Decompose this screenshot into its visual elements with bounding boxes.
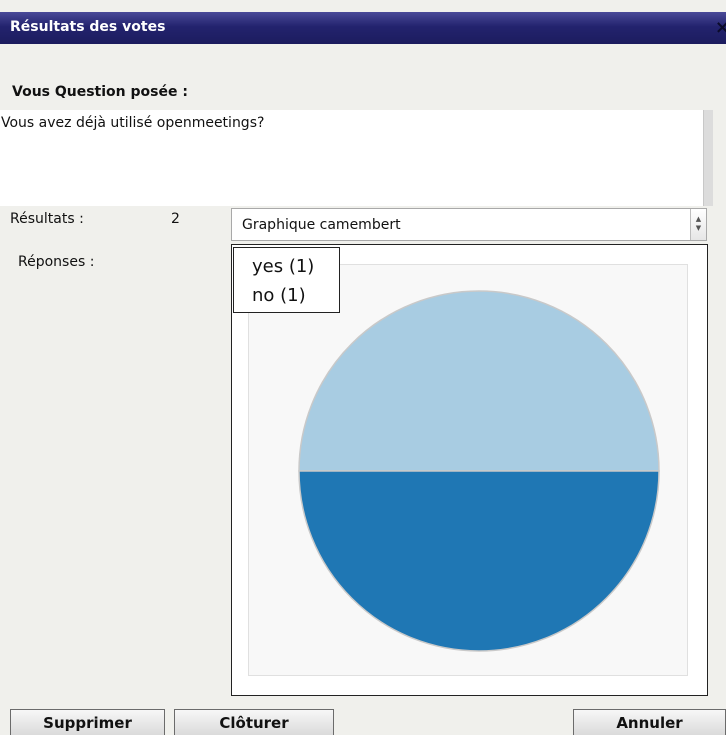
results-count: 2 <box>171 211 180 227</box>
vote-results-window: Résultats des votes × Vous Question posé… <box>0 0 726 735</box>
chart-plot-area <box>248 264 688 676</box>
chart-type-select[interactable]: Graphique camembert ▲ ▼ <box>231 208 707 241</box>
select-spinner-icon[interactable]: ▲ ▼ <box>690 209 706 240</box>
question-scrollbar[interactable] <box>703 110 713 206</box>
title-bar[interactable]: Résultats des votes × <box>0 12 726 44</box>
results-label: Résultats : <box>10 211 84 227</box>
question-text: Vous avez déjà utilisé openmeetings? <box>0 110 703 206</box>
close-poll-button[interactable]: Clôturer <box>174 709 334 735</box>
legend-item-no: no (1) <box>252 285 306 306</box>
responses-label: Réponses : <box>18 254 95 270</box>
pie-slice-yes <box>298 290 660 472</box>
delete-button[interactable]: Supprimer <box>10 709 165 735</box>
chart-legend: yes (1) no (1) <box>233 247 340 313</box>
cancel-button[interactable]: Annuler <box>573 709 726 735</box>
legend-item-yes: yes (1) <box>252 256 315 277</box>
question-label: Vous Question posée : <box>12 84 188 100</box>
pie-chart <box>298 290 660 652</box>
close-icon[interactable]: × <box>715 18 726 38</box>
chart-type-selected-value: Graphique camembert <box>242 217 401 233</box>
window-title: Résultats des votes <box>10 19 166 35</box>
pie-slice-no <box>298 470 660 652</box>
